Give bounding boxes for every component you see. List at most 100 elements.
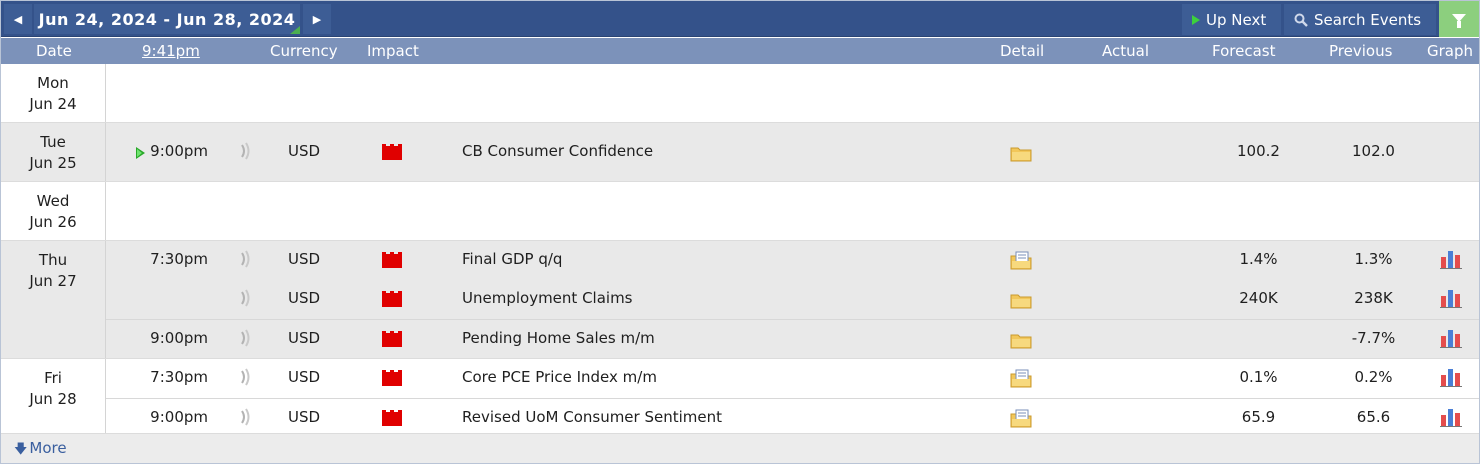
bar-chart-icon[interactable] [1440, 288, 1462, 308]
next-week-button[interactable]: ▶ [303, 4, 331, 34]
event-currency: USD [288, 329, 321, 347]
calendar-toolbar: ◀ Jun 24, 2024 - Jun 28, 2024 ▶ Up Next … [1, 1, 1479, 37]
event-title[interactable]: Core PCE Price Index m/m [462, 368, 657, 386]
date-range-label: Jun 24, 2024 - Jun 28, 2024 [38, 9, 296, 29]
next-event-icon [136, 147, 145, 159]
column-actual: Actual [1102, 42, 1149, 60]
day-group: Fri Jun 28 7:30pm USD Core PCE Price Index m… [1, 359, 1479, 438]
high-impact-icon [382, 410, 402, 426]
event-title[interactable]: Pending Home Sales m/m [462, 329, 655, 347]
day-group: Mon Jun 24 [1, 64, 1479, 123]
event-previous: -7.7% [1351, 329, 1396, 347]
day-label: Tue Jun 25 [1, 123, 106, 181]
folder-document-icon[interactable] [1010, 409, 1032, 429]
more-link[interactable]: 🡇 More [1, 433, 1479, 463]
column-graph: Graph [1427, 42, 1474, 60]
weekday: Wed [36, 192, 70, 210]
previous-week-button[interactable]: ◀ [4, 4, 32, 34]
more-link-label[interactable]: 🡇 More [14, 439, 67, 462]
search-events-label: Search Events [1314, 10, 1422, 29]
event-title[interactable]: Revised UoM Consumer Sentiment [462, 408, 722, 426]
current-time-link[interactable]: 9:41pm [142, 42, 200, 60]
event-time: 9:00pm [150, 408, 208, 426]
event-title[interactable]: Final GDP q/q [462, 250, 562, 268]
folder-icon[interactable] [1010, 143, 1032, 163]
column-header-row: Date 9:41pm Currency Impact Detail Actua… [1, 38, 1479, 64]
more-label: More [29, 439, 67, 457]
folder-document-icon[interactable] [1010, 369, 1032, 389]
empty-row [106, 182, 1479, 240]
search-icon [1294, 13, 1308, 27]
event-forecast: 65.9 [1241, 408, 1276, 426]
event-previous: 1.3% [1354, 250, 1393, 268]
folder-document-icon[interactable] [1010, 251, 1032, 271]
weekday: Thu [38, 251, 68, 269]
day-date: Jun 25 [29, 154, 77, 172]
day-label: Thu Jun 27 [1, 241, 106, 358]
column-detail: Detail [1000, 42, 1045, 60]
day-group: Thu Jun 27 7:30pm USD Final GDP q/q 1.4% 1.3% U… [1, 241, 1479, 359]
weekday: Tue [40, 133, 66, 151]
event-previous: 238K [1354, 289, 1393, 307]
event-previous: 65.6 [1356, 408, 1391, 426]
event-row[interactable]: 9:00pm USD CB Consumer Confidence 100.2 102.… [106, 123, 1479, 181]
event-forecast: 0.1% [1239, 368, 1278, 386]
event-forecast: 1.4% [1239, 250, 1278, 268]
high-impact-icon [382, 331, 402, 347]
column-date: Date [36, 42, 72, 60]
event-time: 9:00pm [150, 142, 208, 160]
event-currency: USD [288, 289, 321, 307]
event-forecast: 240K [1239, 289, 1278, 307]
empty-row [106, 64, 1479, 122]
column-forecast: Forecast [1212, 42, 1276, 60]
day-date: Jun 27 [29, 272, 77, 290]
funnel-icon [1452, 14, 1466, 28]
high-impact-icon [382, 252, 402, 268]
sound-wave-icon [239, 141, 253, 161]
play-icon [1192, 14, 1200, 25]
sound-wave-icon [239, 249, 253, 269]
event-row[interactable]: 9:00pm USD Pending Home Sales m/m -7.7% [106, 319, 1479, 358]
date-range-selector[interactable]: Jun 24, 2024 - Jun 28, 2024 [34, 4, 300, 34]
download-arrow-icon: 🡇 [14, 442, 28, 457]
corner-marker-icon [290, 26, 300, 34]
calendar-body: Mon Jun 24 Tue Jun 25 9:00pm USD CB Consumer C… [1, 64, 1479, 438]
folder-icon[interactable] [1010, 290, 1032, 310]
sound-wave-icon [239, 288, 253, 308]
event-time: 9:00pm [150, 329, 208, 347]
event-title[interactable]: CB Consumer Confidence [462, 142, 653, 160]
search-events-button[interactable]: Search Events [1284, 4, 1436, 35]
bar-chart-icon[interactable] [1440, 249, 1462, 269]
day-label: Fri Jun 28 [1, 359, 106, 437]
day-label: Wed Jun 26 [1, 182, 106, 240]
bar-chart-icon[interactable] [1440, 407, 1462, 427]
caret-right-icon: ▶ [312, 12, 322, 26]
event-row[interactable]: 9:00pm USD Revised UoM Consumer Sentiment 6… [106, 398, 1479, 437]
event-title[interactable]: Unemployment Claims [462, 289, 633, 307]
sound-wave-icon [239, 328, 253, 348]
folder-icon[interactable] [1010, 330, 1032, 350]
weekday: Fri [44, 369, 62, 387]
up-next-label: Up Next [1206, 10, 1267, 29]
event-row[interactable]: 7:30pm USD Core PCE Price Index m/m 0.1% 0.2… [106, 359, 1479, 398]
caret-left-icon: ◀ [13, 12, 23, 26]
day-date: Jun 24 [29, 95, 77, 113]
event-currency: USD [288, 142, 321, 160]
event-previous: 0.2% [1354, 368, 1393, 386]
day-date: Jun 28 [29, 390, 77, 408]
event-currency: USD [288, 408, 321, 426]
sound-wave-icon [239, 407, 253, 427]
event-row[interactable]: 7:30pm USD Final GDP q/q 1.4% 1.3% [106, 241, 1479, 280]
up-next-button[interactable]: Up Next [1182, 4, 1281, 35]
filter-button[interactable] [1439, 1, 1479, 37]
day-group: Wed Jun 26 [1, 182, 1479, 241]
day-group: Tue Jun 25 9:00pm USD CB Consumer Confidence… [1, 123, 1479, 182]
event-currency: USD [288, 250, 321, 268]
day-date: Jun 26 [29, 213, 77, 231]
event-row[interactable]: USD Unemployment Claims 240K 238K [106, 280, 1479, 319]
column-previous: Previous [1329, 42, 1393, 60]
high-impact-icon [382, 370, 402, 386]
bar-chart-icon[interactable] [1440, 328, 1462, 348]
bar-chart-icon[interactable] [1440, 367, 1462, 387]
event-time: 7:30pm [150, 368, 208, 386]
